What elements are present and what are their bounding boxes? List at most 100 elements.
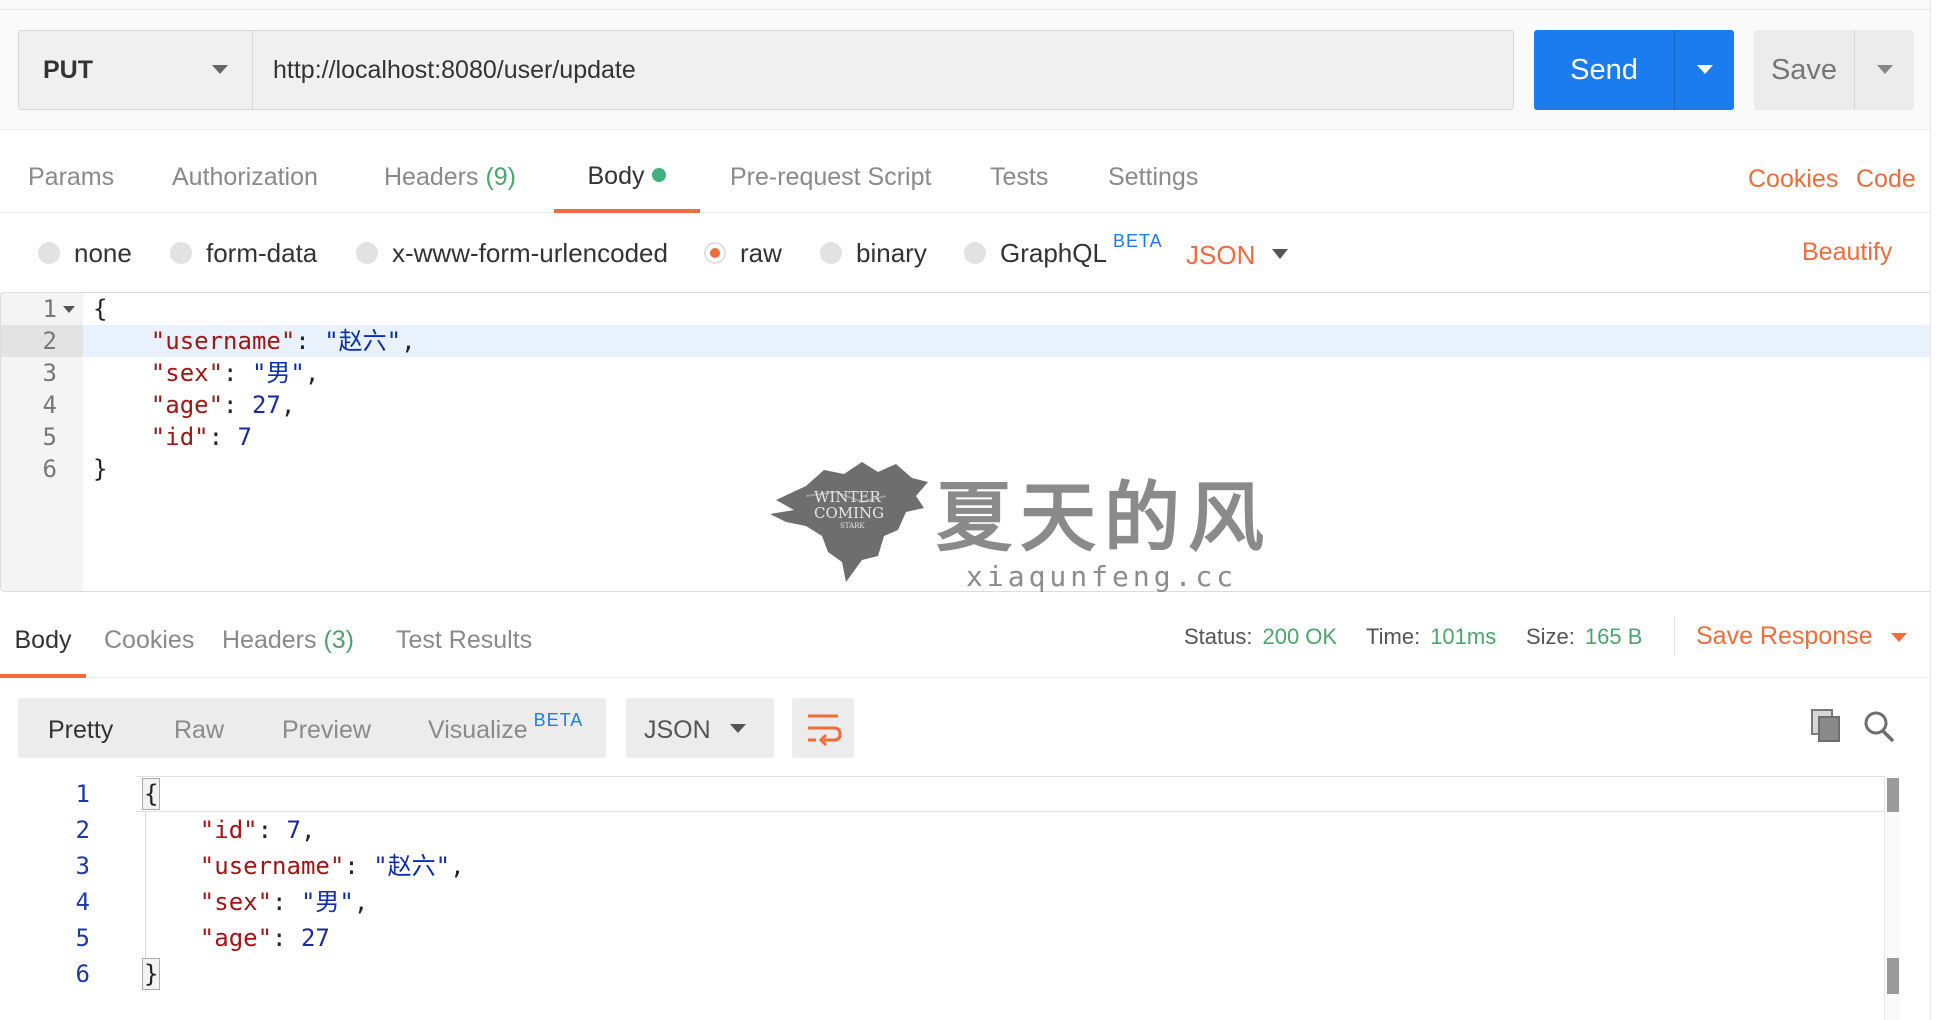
json-string: "男" <box>300 888 354 916</box>
code-line: 6 } <box>0 956 1900 992</box>
chevron-down-icon <box>1272 249 1288 259</box>
code-text: "age": 27, <box>150 391 296 419</box>
radio-form-data[interactable]: form-data <box>170 214 317 292</box>
line-number: 1 <box>42 295 57 323</box>
copy-icon[interactable] <box>1810 708 1842 744</box>
body-format-select[interactable]: JSON <box>1186 214 1288 292</box>
tab-settings-label: Settings <box>1108 163 1199 191</box>
response-scrollbar[interactable] <box>1884 776 1900 1020</box>
view-preview-button[interactable]: Preview <box>282 698 371 758</box>
json-punct: , <box>401 327 416 355</box>
fold-arrow-icon[interactable] <box>63 306 75 313</box>
code-text: "username": "赵六", <box>199 852 465 880</box>
request-tabs: Params Authorization Headers (9) Body Pr… <box>0 131 1942 213</box>
time-label: Time: <box>1366 624 1421 649</box>
cookies-link[interactable]: Cookies <box>1748 131 1838 213</box>
url-text: http://localhost:8080/user/update <box>273 55 636 84</box>
close-brace: } <box>93 455 108 483</box>
radio-circle-icon <box>964 242 986 264</box>
json-key: "age" <box>150 391 224 419</box>
chevron-down-icon <box>1877 65 1893 74</box>
json-string: "男" <box>251 359 305 387</box>
send-button[interactable]: Send <box>1534 30 1734 110</box>
divider <box>1674 616 1675 656</box>
radio-raw[interactable]: raw <box>704 214 782 292</box>
json-key: "id" <box>150 423 209 451</box>
matched-brace: { <box>142 778 161 810</box>
view-preview-label: Preview <box>282 716 371 744</box>
code-link[interactable]: Code <box>1856 131 1916 213</box>
svg-text:STARK: STARK <box>840 522 865 530</box>
code-text: { <box>142 776 161 812</box>
resp-tab-cookies[interactable]: Cookies <box>104 596 194 678</box>
resp-tab-headers[interactable]: Headers (3) <box>222 596 354 678</box>
response-view-toggle: Pretty Raw Preview Visualize BETA <box>18 698 606 758</box>
url-input[interactable]: http://localhost:8080/user/update <box>252 30 1514 110</box>
radio-binary[interactable]: binary <box>820 214 927 292</box>
size-value: 165 B <box>1584 624 1643 649</box>
tab-prerequest-script[interactable]: Pre-request Script <box>730 131 931 213</box>
status-label: Status: <box>1184 624 1253 649</box>
code-text: "id": 7 <box>150 423 252 451</box>
view-visualize-button[interactable]: Visualize BETA <box>428 698 583 758</box>
tab-params[interactable]: Params <box>28 131 114 213</box>
radio-circle-icon <box>356 242 378 264</box>
radio-graphql-label: GraphQL <box>1000 237 1107 268</box>
send-label: Send <box>1570 53 1638 86</box>
view-pretty-button[interactable]: Pretty <box>48 698 113 758</box>
open-brace: { <box>93 295 108 323</box>
method-select[interactable]: PUT <box>18 30 252 110</box>
tab-body-label: Body <box>587 162 645 190</box>
code-line: 4 "age": 27, <box>1 389 1933 421</box>
scrollbar-thumb-top[interactable] <box>1887 778 1899 812</box>
beautify-link[interactable]: Beautify <box>1802 214 1892 292</box>
json-key: "username" <box>150 327 296 355</box>
tab-body[interactable]: Body <box>554 131 700 213</box>
radio-graphql[interactable]: GraphQL BETA <box>964 214 1163 292</box>
resp-tab-body[interactable]: Body <box>0 596 86 678</box>
resp-headers-count: (3) <box>323 626 355 654</box>
tab-tests[interactable]: Tests <box>990 131 1048 213</box>
tab-settings[interactable]: Settings <box>1108 131 1198 213</box>
resp-tab-test-results[interactable]: Test Results <box>396 596 532 678</box>
send-options-button[interactable] <box>1674 30 1734 110</box>
tab-prerequest-label: Pre-request Script <box>730 163 932 191</box>
resp-tab-test-results-label: Test Results <box>396 626 533 654</box>
line-number: 2 <box>75 816 90 844</box>
save-button[interactable]: Save <box>1754 30 1914 110</box>
resp-tab-cookies-label: Cookies <box>104 626 195 654</box>
tab-headers[interactable]: Headers (9) <box>384 131 516 213</box>
view-raw-button[interactable]: Raw <box>174 698 224 758</box>
radio-raw-label: raw <box>740 237 782 268</box>
line-number: 3 <box>75 852 90 880</box>
tab-params-label: Params <box>28 163 115 191</box>
save-options-button[interactable] <box>1854 30 1914 110</box>
watermark-title: 夏天的风 <box>936 473 1272 562</box>
code-line: 4 "sex": "男", <box>0 884 1900 920</box>
view-raw-label: Raw <box>174 716 225 744</box>
code-line: 5 "id": 7 <box>1 421 1933 453</box>
response-body-viewer[interactable]: 1 { 2 "id": 7, 3 "username": "赵六", 4 "se… <box>0 776 1914 1020</box>
save-label: Save <box>1770 53 1838 86</box>
response-format-select[interactable]: JSON <box>626 698 774 758</box>
watermark: WINTER COMING STARK 夏天的风 xiaqunfeng.cc <box>766 456 1276 596</box>
time-value: 101ms <box>1430 624 1497 649</box>
response-tabs: Body Cookies Headers (3) Test Results <box>0 596 1942 678</box>
json-key: "sex" <box>150 359 224 387</box>
window-top-strip <box>0 0 1942 10</box>
window-right-edge <box>1930 0 1942 1020</box>
radio-urlencoded[interactable]: x-www-form-urlencoded <box>356 214 668 292</box>
wolf-logo-icon: WINTER COMING STARK <box>770 462 928 582</box>
scrollbar-thumb-bottom[interactable] <box>1887 958 1899 994</box>
line-number: 2 <box>1 325 83 357</box>
beta-badge: BETA <box>533 710 584 730</box>
wrap-lines-button[interactable] <box>792 698 854 758</box>
search-icon[interactable] <box>1862 708 1896 744</box>
headers-count: (9) <box>485 163 517 191</box>
method-label: PUT <box>43 55 93 84</box>
save-response-button[interactable]: Save Response <box>1696 596 1907 678</box>
json-punct: , <box>304 359 320 387</box>
chevron-down-icon <box>730 724 746 733</box>
radio-none[interactable]: none <box>38 214 132 292</box>
tab-authorization[interactable]: Authorization <box>172 131 318 213</box>
